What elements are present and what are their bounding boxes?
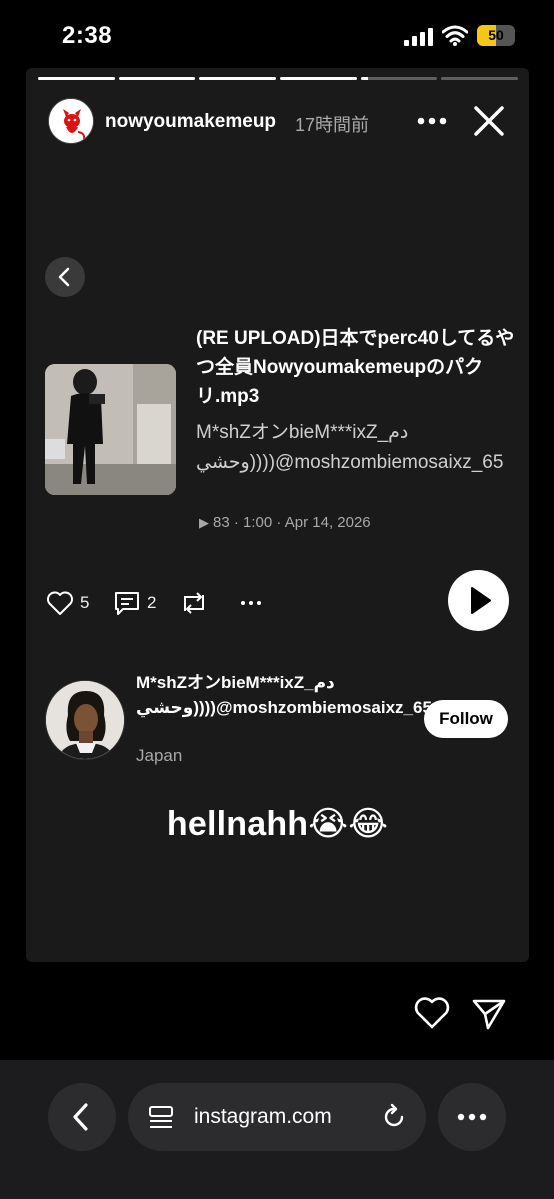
comment-action[interactable]: 2 <box>113 588 156 618</box>
track-artist[interactable]: M*shZオンbieM***ixZ_دم وحشي))))@moshzombie… <box>196 418 516 478</box>
progress-segment-fill <box>360 77 369 80</box>
progress-segment-fill <box>38 77 115 80</box>
repost-icon[interactable] <box>179 588 209 618</box>
story-header: nowyoumakemeup 17時間前 <box>48 98 518 144</box>
comment-count: 2 <box>147 593 157 612</box>
creator-photo <box>46 681 124 759</box>
browser-more-button[interactable] <box>438 1083 506 1151</box>
track-actions: 5 2 <box>46 588 346 618</box>
creator-name[interactable]: M*shZオンbieM***ixZ_دم وحشي))))@moshzombie… <box>136 670 432 720</box>
chevron-left-icon <box>58 267 70 287</box>
status-time: 2:38 <box>62 22 113 49</box>
story-card[interactable]: nowyoumakemeup 17時間前 (RE UPLOAD)日本でperc4… <box>26 68 529 962</box>
chevron-left-icon <box>73 1103 88 1131</box>
wifi-icon <box>442 25 468 46</box>
like-action[interactable]: 5 <box>46 588 89 618</box>
like-count: 5 <box>80 593 90 612</box>
send-icon[interactable] <box>471 996 507 1032</box>
reload-icon[interactable] <box>380 1103 408 1131</box>
progress-segment-fill <box>118 77 196 80</box>
progress-segment <box>280 77 357 80</box>
meta-separator: · <box>233 514 244 531</box>
url-text: instagram.com <box>194 1105 332 1128</box>
track-meta: ▶ 83 · 1:00 · Apr 14, 2026 <box>199 514 371 531</box>
track-duration: 1:00 <box>243 514 273 531</box>
track-title[interactable]: (RE UPLOAD)日本でperc40してるやつ全員Nowyoumakemeu… <box>196 324 516 411</box>
play-count-icon: ▶ <box>199 515 209 530</box>
more-options-icon[interactable] <box>239 588 263 618</box>
story-progress <box>38 77 519 80</box>
progress-segment <box>441 77 519 80</box>
more-icon[interactable] <box>416 108 448 134</box>
story-caption: hellnahh😭😂 <box>166 805 389 843</box>
browser-toolbar: instagram.com <box>0 1060 554 1199</box>
creator-avatar[interactable] <box>45 680 125 760</box>
heart-icon[interactable] <box>414 996 450 1030</box>
follow-button[interactable]: Follow <box>424 700 508 738</box>
meta-separator: · <box>276 514 285 531</box>
progress-segment <box>199 77 277 80</box>
battery-level: 50 <box>488 27 504 43</box>
comment-icon <box>115 592 139 615</box>
progress-segment <box>38 77 115 80</box>
browser-back-button[interactable] <box>48 1083 116 1151</box>
signal-icon <box>404 28 433 46</box>
progress-segment <box>360 77 438 80</box>
progress-segment-fill <box>280 77 357 80</box>
progress-segment-fill <box>199 77 277 80</box>
back-button[interactable] <box>45 257 85 297</box>
play-icon <box>471 587 491 614</box>
devil-avatar-icon <box>49 99 93 143</box>
creator-location: Japan <box>136 746 183 765</box>
close-icon[interactable] <box>472 104 506 138</box>
play-button[interactable] <box>448 570 509 631</box>
battery-icon: 50 <box>477 25 515 46</box>
track-date: Apr 14, 2026 <box>284 514 371 531</box>
status-bar: 2:38 50 <box>0 0 554 68</box>
address-bar[interactable]: instagram.com <box>128 1083 426 1151</box>
page-icon <box>149 1106 173 1128</box>
play-count: 83 <box>213 514 230 531</box>
progress-segment <box>118 77 196 80</box>
heart-icon <box>47 591 73 615</box>
more-icon <box>457 1113 487 1121</box>
track-artwork[interactable] <box>45 364 176 495</box>
story-username[interactable]: nowyoumakemeup <box>105 111 276 133</box>
story-time-ago: 17時間前 <box>295 115 370 135</box>
user-avatar[interactable] <box>48 98 94 144</box>
artwork-photo <box>45 364 176 495</box>
